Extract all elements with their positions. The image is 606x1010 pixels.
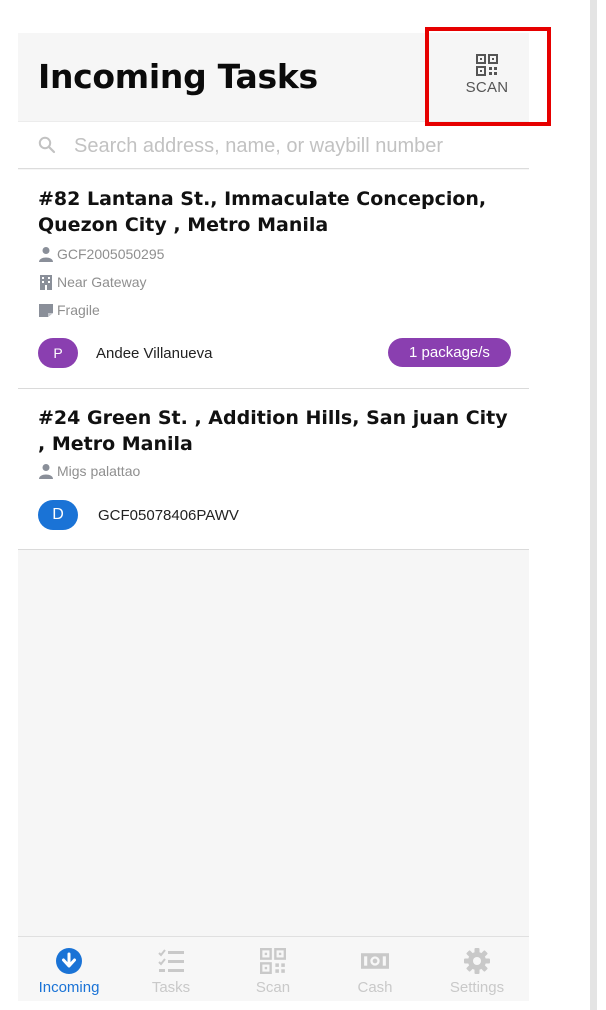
waybill-number: GCF05078406PAWV [98, 507, 239, 524]
app-screen: Incoming Tasks SCAN #82 Lantan [18, 33, 529, 1001]
search-icon [38, 136, 56, 154]
package-count-badge: 1 package/s [388, 338, 511, 367]
task-card[interactable]: #24 Green St. , Addition Hills, San juan… [18, 389, 529, 550]
search-input[interactable] [74, 132, 519, 160]
search-bar [18, 121, 529, 169]
page-title: Incoming Tasks [38, 57, 318, 96]
person-icon [39, 247, 53, 262]
cash-icon [361, 947, 389, 975]
task-landmark-text: Near Gateway [57, 274, 147, 290]
qr-code-icon [259, 947, 287, 975]
task-note-text: Fragile [57, 302, 100, 318]
task-contact-text: Migs palattao [57, 463, 141, 479]
tab-incoming[interactable]: Incoming [18, 937, 120, 1001]
tab-cash[interactable]: Cash [324, 937, 426, 1001]
tab-tasks[interactable]: Tasks [120, 937, 222, 1001]
task-contact: Migs palattao [38, 463, 140, 479]
gear-icon [463, 947, 491, 975]
task-address: #24 Green St. , Addition Hills, San juan… [38, 407, 508, 455]
task-landmark: Near Gateway [38, 274, 146, 290]
tab-label: Tasks [151, 979, 191, 996]
checklist-icon [157, 947, 185, 975]
task-address: #82 Lantana St., Immaculate Concepcion, … [38, 188, 487, 236]
tab-scan[interactable]: Scan [222, 937, 324, 1001]
task-waybill-text: GCF2005050295 [57, 246, 165, 262]
building-icon [40, 275, 52, 290]
tab-label: Cash [357, 979, 393, 996]
window-edge-divider [590, 0, 597, 1010]
person-icon [39, 464, 53, 479]
avatar: P [38, 338, 78, 368]
task-waybill: GCF2005050295 [38, 246, 164, 262]
qr-code-icon [476, 54, 498, 76]
recipient-name: Andee Villanueva [96, 345, 213, 362]
tab-label: Settings [449, 979, 505, 996]
bottom-tab-bar: Incoming Tasks Scan Cash Settings [18, 936, 529, 1001]
scan-button[interactable]: SCAN [461, 51, 513, 103]
header: Incoming Tasks SCAN [18, 33, 529, 121]
tab-label: Scan [255, 979, 291, 996]
avatar: D [38, 500, 78, 530]
download-circle-icon [55, 947, 83, 975]
task-note: Fragile [38, 302, 100, 318]
note-icon [39, 304, 53, 317]
tab-label: Incoming [38, 979, 100, 996]
task-card[interactable]: #82 Lantana St., Immaculate Concepcion, … [18, 170, 529, 389]
scan-button-label: SCAN [465, 79, 509, 96]
tab-settings[interactable]: Settings [426, 937, 528, 1001]
